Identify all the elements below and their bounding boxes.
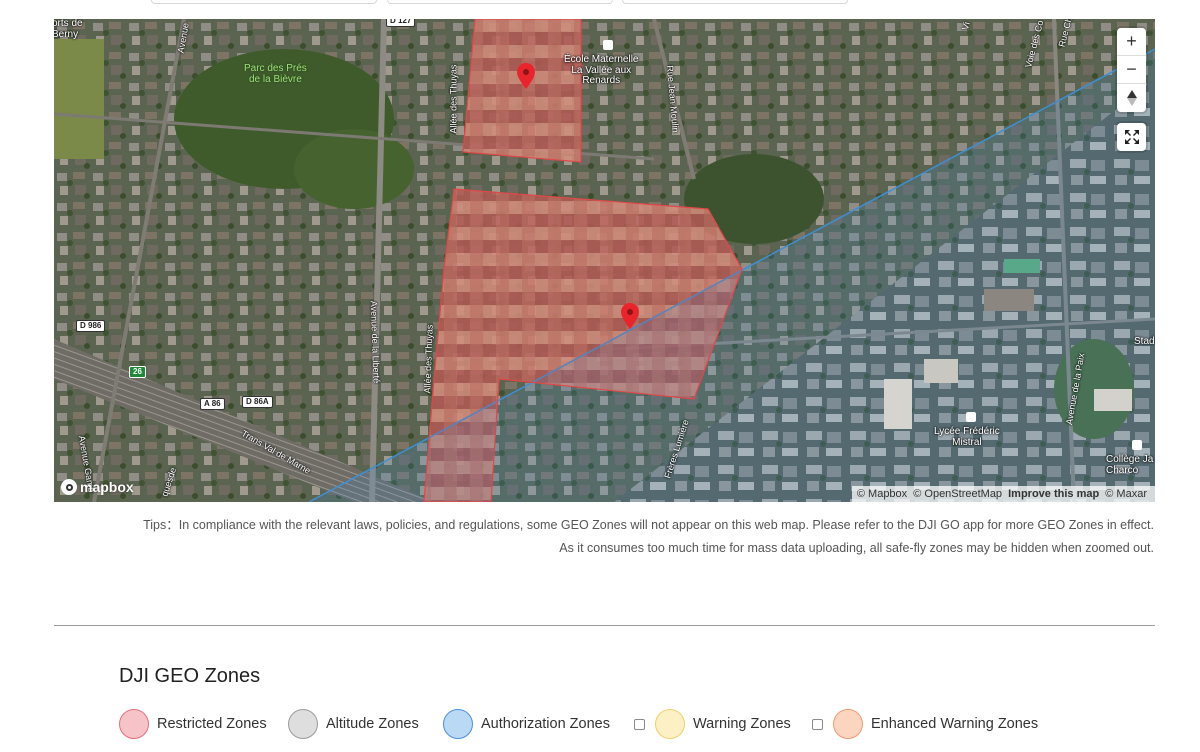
zoom-controls: + − — [1117, 28, 1146, 112]
mapbox-logo-icon — [61, 479, 77, 495]
place-label-college: Collège Ja Charco — [1106, 454, 1154, 476]
mapbox-logo[interactable]: mapbox — [61, 479, 134, 495]
legend-label: Warning Zones — [693, 716, 791, 732]
enhanced-warning-zones-checkbox[interactable] — [812, 718, 823, 730]
improve-map-link[interactable]: Improve this map — [1008, 488, 1099, 500]
tips-line-1: Tips：In compliance with the relevant law… — [143, 518, 1154, 532]
geo-zones-legend: Restricted Zones Altitude Zones Authoriz… — [0, 708, 1200, 740]
road-label-thuyas-1: Allée des Thuyas — [448, 64, 459, 134]
fullscreen-icon — [1124, 130, 1139, 144]
restricted-zone-swatch — [119, 709, 149, 739]
legend-label: Altitude Zones — [326, 716, 419, 732]
fullscreen-button[interactable] — [1117, 123, 1146, 151]
legend-item-enhanced-warning[interactable]: Enhanced Warning Zones — [812, 708, 1038, 740]
restricted-zone-marker-icon[interactable] — [517, 63, 535, 89]
place-label-park: Parc des Prés de la Bièvre — [244, 63, 307, 85]
legend-item-restricted[interactable]: Restricted Zones — [119, 708, 267, 740]
warning-zone-swatch — [655, 709, 685, 739]
fullscreen-control — [1117, 123, 1146, 151]
legend-item-warning[interactable]: Warning Zones — [634, 708, 791, 740]
compass-icon — [1126, 90, 1137, 106]
zoom-in-button[interactable]: + — [1117, 28, 1146, 56]
geo-zone-map[interactable]: orts de Berny Parc des Prés de la Bièvre… — [54, 19, 1155, 502]
place-label-stad: Stad — [1134, 336, 1155, 347]
place-label-lycee: Lycée Frédéric Mistral — [934, 426, 1000, 448]
map-attribution: © Mapbox © OpenStreetMap Improve this ma… — [851, 486, 1155, 502]
drone-select[interactable] — [622, 0, 848, 4]
road-shield-d986: D 986 — [76, 320, 106, 332]
map-tips: Tips：In compliance with the relevant law… — [143, 514, 1154, 559]
legend-label: Enhanced Warning Zones — [871, 716, 1039, 732]
altitude-zone-swatch — [288, 709, 318, 739]
place-label-ecole: École Maternelle La Vallée aux Renards — [564, 54, 639, 86]
section-divider — [54, 625, 1155, 626]
date-input[interactable] — [387, 0, 613, 4]
attribution-mapbox-link[interactable]: © Mapbox — [857, 488, 907, 500]
legend-item-authorization[interactable]: Authorization Zones — [443, 708, 610, 740]
attribution-maxar-link[interactable]: © Maxar — [1105, 488, 1147, 500]
geo-zones-title: DJI GEO Zones — [119, 665, 261, 687]
legend-label: Authorization Zones — [481, 716, 610, 732]
tips-line-2: As it consumes too much time for mass da… — [559, 540, 1154, 555]
legend-item-altitude[interactable]: Altitude Zones — [288, 708, 419, 740]
road-shield-d127: D 127 — [386, 19, 416, 27]
restricted-zone-marker-icon[interactable] — [621, 303, 639, 329]
search-input[interactable] — [151, 0, 377, 4]
school-icon — [603, 40, 613, 50]
road-shield-d86a: D 86A — [242, 396, 273, 408]
top-filter-bar — [0, 0, 1200, 6]
warning-zones-checkbox[interactable] — [634, 718, 645, 730]
enhanced-warning-zone-swatch — [833, 709, 863, 739]
zoom-out-button[interactable]: − — [1117, 56, 1146, 84]
road-shield-a86: A 86 — [200, 398, 225, 410]
place-label-fontaine: orts de Berny — [54, 19, 83, 40]
legend-label: Restricted Zones — [157, 716, 267, 732]
attribution-osm-link[interactable]: © OpenStreetMap — [913, 488, 1002, 500]
compass-button[interactable] — [1117, 84, 1146, 112]
road-shield-26: 26 — [129, 366, 146, 378]
school-icon — [966, 412, 976, 422]
authorization-zone-swatch — [443, 709, 473, 739]
school-icon — [1132, 440, 1142, 450]
